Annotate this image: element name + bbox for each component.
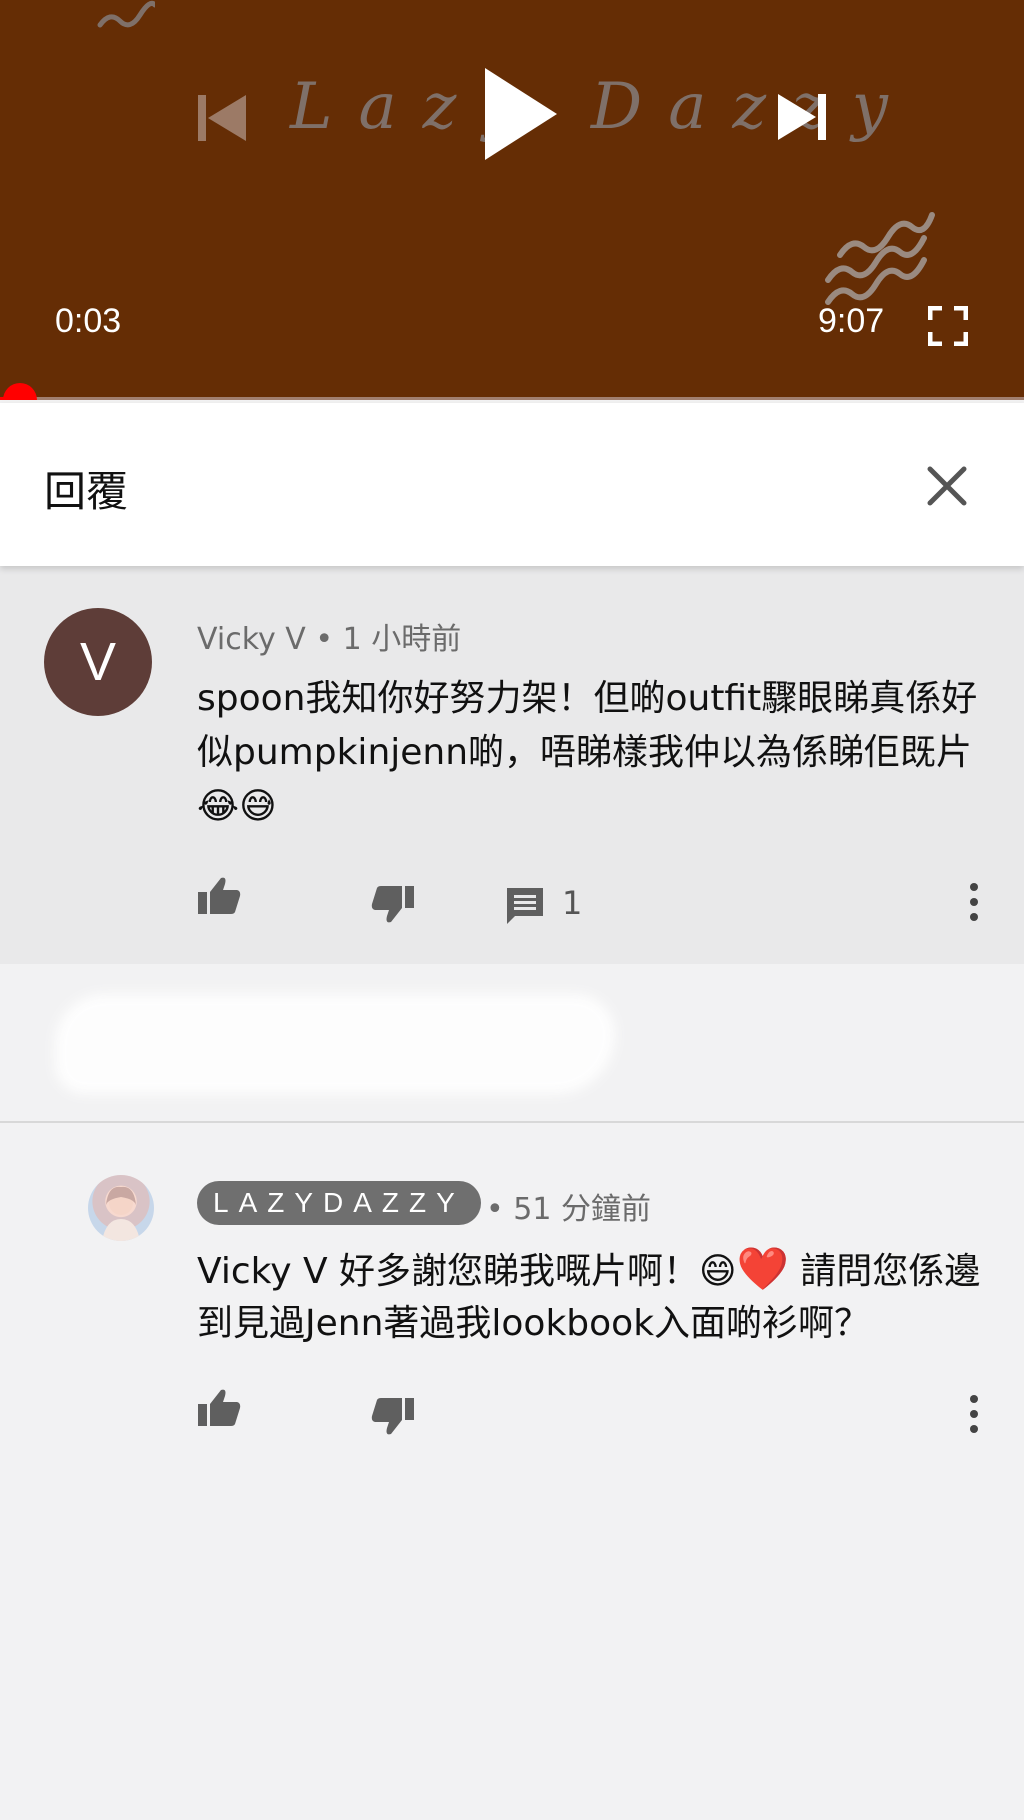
grin-emoji: 😄	[699, 1251, 737, 1292]
reply-text: Vicky V 好多謝您睇我嘅片啊！😄❤️ 請問您係邊到見過Jenn著過我loo…	[197, 1243, 987, 1350]
thumbs-down-icon[interactable]	[371, 1396, 415, 1436]
squiggle-decoration-top	[97, 0, 155, 28]
page-title: 回覆	[44, 467, 129, 516]
meta-separator: •	[315, 622, 343, 657]
previous-icon[interactable]	[196, 93, 248, 143]
reply-meta: • 51 分鐘前	[486, 1184, 651, 1228]
thumbs-up-icon[interactable]	[197, 1388, 241, 1428]
avatar[interactable]	[88, 1175, 154, 1241]
comment-text-main: spoon我知你好努力架！但啲outfit驟眼睇真係好似pumpkinjenn啲…	[197, 678, 978, 773]
reply-text-part1: Vicky V 好多謝您睇我嘅片啊！	[197, 1251, 700, 1292]
close-icon[interactable]	[924, 463, 970, 509]
current-time: 0:03	[55, 302, 122, 340]
squiggle-decoration-bottom	[825, 212, 935, 305]
progress-bar[interactable]	[0, 397, 1024, 400]
sweat-smile-emoji: 😅	[239, 786, 277, 827]
redaction-mark	[55, 994, 615, 1094]
parent-comment: V Vicky V • 1 小時前 spoon我知你好努力架！但啲outfit驟…	[0, 566, 1024, 964]
fullscreen-icon[interactable]	[928, 306, 968, 346]
redacted-area	[0, 964, 1024, 1122]
progress-scrubber[interactable]	[2, 383, 37, 400]
more-icon[interactable]	[966, 882, 982, 922]
comment-time: 1 小時前	[342, 622, 462, 657]
comment-author[interactable]: Vicky V	[197, 622, 306, 657]
thumbs-up-icon[interactable]	[197, 876, 241, 916]
avatar-portrait	[102, 1186, 140, 1241]
comment-text: spoon我知你好努力架！但啲outfit驟眼睇真係好似pumpkinjenn啲…	[197, 672, 987, 834]
meta-separator: •	[486, 1192, 514, 1227]
play-icon[interactable]	[485, 68, 557, 160]
comment-meta: Vicky V • 1 小時前	[197, 614, 461, 658]
comment-icon[interactable]	[505, 886, 545, 926]
heart-emoji: ❤️	[736, 1244, 789, 1293]
tears-of-joy-emoji: 😂	[197, 786, 240, 827]
divider	[0, 1121, 1024, 1123]
reply-time: 51 分鐘前	[513, 1192, 651, 1227]
avatar[interactable]: V	[44, 608, 152, 716]
channel-badge[interactable]: LAZYDAZZY	[197, 1181, 481, 1225]
thumbs-down-icon[interactable]	[371, 884, 415, 924]
video-player[interactable]: Lazy Dazzy 0:03 9:07	[0, 0, 1024, 400]
replies-header: 回覆	[0, 403, 1024, 566]
reply-count[interactable]: 1	[562, 884, 582, 922]
next-icon[interactable]	[776, 92, 828, 142]
duration: 9:07	[818, 302, 885, 340]
more-icon[interactable]	[966, 1394, 982, 1434]
